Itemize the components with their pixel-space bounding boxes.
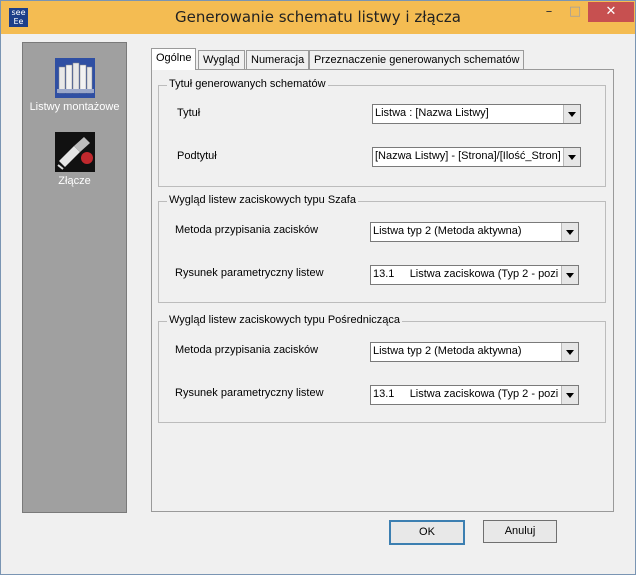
group-intermediate: Wygląd listew zaciskowych typu Pośrednic… — [158, 314, 606, 423]
chevron-down-icon[interactable] — [563, 148, 580, 166]
connector-icon — [54, 132, 95, 172]
tab-ogolne[interactable]: Ogólne — [151, 48, 197, 70]
chevron-down-icon[interactable] — [563, 105, 580, 123]
sidebar-item-listwy[interactable]: Listwy montażowe — [23, 57, 126, 113]
ok-button[interactable]: OK — [389, 520, 465, 545]
chevron-down-icon[interactable] — [561, 343, 578, 361]
chevron-down-icon[interactable] — [561, 386, 578, 404]
subtitle-label: Podtytuł — [177, 150, 217, 162]
close-button[interactable]: ✕ — [588, 2, 634, 22]
sidebar-item-label: Listwy montażowe — [29, 101, 120, 113]
chevron-down-icon[interactable] — [561, 266, 578, 284]
intermediate-drawing-value: 13.1 Listwa zaciskowa (Typ 2 - pozio — [373, 388, 558, 400]
sidebar: Listwy montażowe Złącze — [22, 42, 127, 513]
title-combo[interactable]: Listwa : [Nazwa Listwy] — [372, 104, 581, 124]
dialog-window: see Ee Generowanie schematu listwy i złą… — [0, 0, 636, 575]
group-titles: Tytuł generowanych schematów Tytuł Listw… — [158, 78, 606, 187]
cabinet-drawing-value: 13.1 Listwa zaciskowa (Typ 2 - pozio — [373, 268, 558, 280]
sidebar-item-zlacze[interactable]: Złącze — [23, 131, 126, 187]
cabinet-method-combo[interactable]: Listwa typ 2 (Metoda aktywna) — [370, 222, 579, 242]
terminal-strip-icon — [54, 58, 95, 98]
intermediate-drawing-label: Rysunek parametryczny listew — [175, 387, 324, 399]
tab-panel-ogolne: Tytuł generowanych schematów Tytuł Listw… — [151, 69, 614, 512]
group-intermediate-legend: Wygląd listew zaciskowych typu Pośrednic… — [167, 314, 402, 326]
group-cabinet: Wygląd listew zaciskowych typu Szafa Met… — [158, 194, 606, 303]
cabinet-method-label: Metoda przypisania zacisków — [175, 224, 319, 236]
tab-przeznaczenie[interactable]: Przeznaczenie generowanych schematów — [309, 50, 525, 69]
maximize-button[interactable]: □ — [562, 2, 588, 22]
title-label: Tytuł — [177, 107, 201, 119]
sidebar-item-label: Złącze — [58, 175, 91, 187]
dialog-body: Listwy montażowe Złącze Ogólne Wygląd Nu… — [9, 34, 627, 566]
title-combo-value: Listwa : [Nazwa Listwy] — [375, 107, 489, 119]
intermediate-drawing-combo[interactable]: 13.1 Listwa zaciskowa (Typ 2 - pozio — [370, 385, 579, 405]
group-titles-legend: Tytuł generowanych schematów — [167, 78, 328, 90]
intermediate-method-label: Metoda przypisania zacisków — [175, 344, 319, 356]
title-bar[interactable]: see Ee Generowanie schematu listwy i złą… — [1, 1, 635, 34]
intermediate-method-value: Listwa typ 2 (Metoda aktywna) — [373, 345, 522, 357]
subtitle-combo-value: [Nazwa Listwy] - [Strona]/[Ilość_Stron] — [375, 150, 560, 162]
tab-wyglad[interactable]: Wygląd — [198, 50, 245, 69]
cancel-button[interactable]: Anuluj — [483, 520, 557, 543]
group-cabinet-legend: Wygląd listew zaciskowych typu Szafa — [167, 194, 358, 206]
chevron-down-icon[interactable] — [561, 223, 578, 241]
intermediate-method-combo[interactable]: Listwa typ 2 (Metoda aktywna) — [370, 342, 579, 362]
subtitle-combo[interactable]: [Nazwa Listwy] - [Strona]/[Ilość_Stron] — [372, 147, 581, 167]
cabinet-drawing-label: Rysunek parametryczny listew — [175, 267, 324, 279]
tab-numeracja[interactable]: Numeracja — [246, 50, 310, 69]
cabinet-method-value: Listwa typ 2 (Metoda aktywna) — [373, 225, 522, 237]
cabinet-drawing-combo[interactable]: 13.1 Listwa zaciskowa (Typ 2 - pozio — [370, 265, 579, 285]
minimize-button[interactable]: – — [536, 2, 562, 22]
